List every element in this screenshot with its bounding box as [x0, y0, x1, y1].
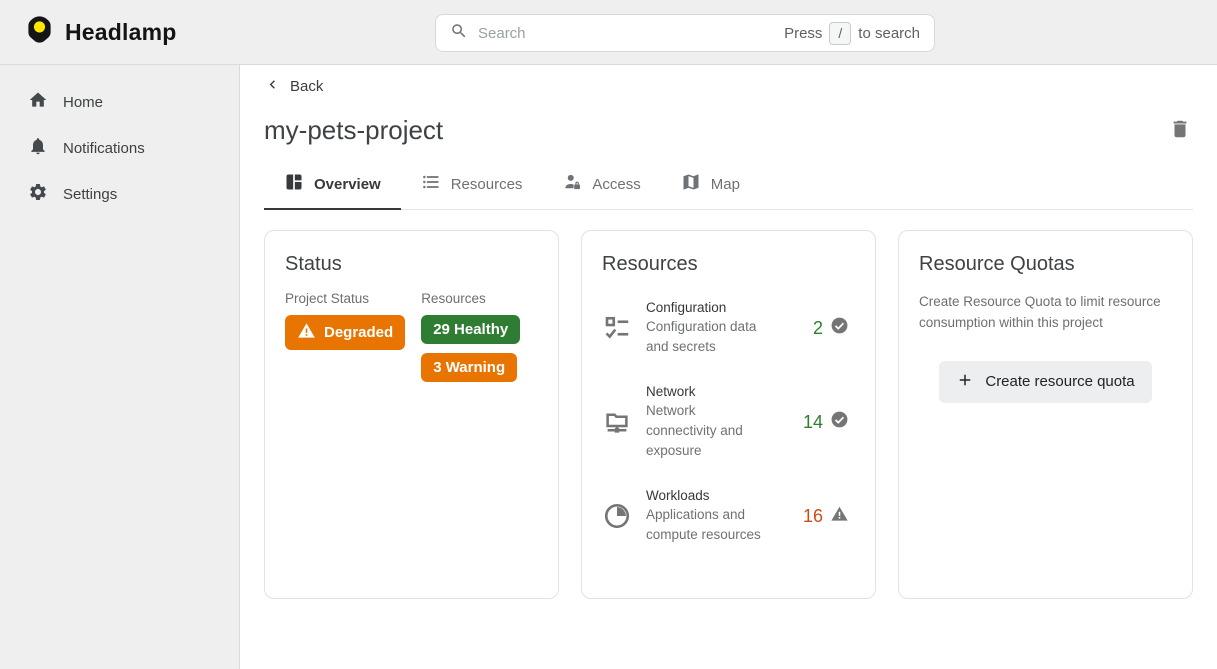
status-badge: Degraded	[285, 315, 405, 350]
warning-triangle-icon	[830, 504, 849, 528]
trash-icon	[1169, 128, 1191, 143]
sidebar: Home Notifications Settings	[0, 65, 240, 669]
hint-suffix: to search	[858, 25, 920, 42]
slash-keycap: /	[829, 22, 851, 45]
home-icon	[28, 90, 48, 114]
resources-card: Resources Configuration Configuration da…	[581, 230, 876, 599]
tab-bar: Overview Resources	[264, 161, 1193, 210]
bell-icon	[28, 136, 48, 160]
sidebar-item-label: Notifications	[63, 140, 145, 157]
resource-row-workloads[interactable]: Workloads Applications and compute resou…	[602, 488, 855, 545]
healthy-badge: 29 Healthy	[421, 315, 520, 344]
sidebar-item-settings[interactable]: Settings	[0, 171, 239, 217]
resources-card-title: Resources	[602, 253, 855, 276]
resource-count: 16	[803, 506, 823, 527]
project-status-label: Project Status	[285, 291, 369, 306]
resource-title: Configuration	[646, 300, 762, 315]
resource-quotas-title: Resource Quotas	[919, 253, 1172, 276]
status-card: Status Project Status	[264, 230, 559, 599]
create-resource-quota-button[interactable]: Create resource quota	[939, 361, 1151, 403]
gear-icon	[28, 182, 48, 206]
delete-project-button[interactable]	[1167, 116, 1193, 145]
search-icon	[450, 22, 468, 45]
status-card-title: Status	[285, 253, 538, 276]
network-icon	[602, 407, 646, 437]
resource-title: Network	[646, 384, 762, 399]
sidebar-item-home[interactable]: Home	[0, 79, 239, 125]
main-content: Back my-pets-project Overview	[240, 65, 1217, 669]
search-shortcut-hint: Press / to search	[784, 22, 920, 45]
resource-quotas-card: Resource Quotas Create Resource Quota to…	[898, 230, 1193, 599]
checklist-icon	[602, 313, 646, 343]
check-circle-icon	[830, 410, 849, 434]
back-label: Back	[290, 78, 323, 95]
hint-prefix: Press	[784, 25, 822, 42]
sidebar-item-notifications[interactable]: Notifications	[0, 125, 239, 171]
workloads-icon	[602, 501, 646, 531]
healthy-badge-label: 29 Healthy	[433, 321, 508, 338]
tab-label: Resources	[451, 176, 523, 193]
warning-badge: 3 Warning	[421, 353, 517, 382]
tab-overview[interactable]: Overview	[264, 161, 401, 209]
resource-description: Configuration data and secrets	[646, 317, 762, 357]
back-button[interactable]: Back	[264, 76, 323, 97]
map-icon	[681, 172, 701, 196]
person-lock-icon	[562, 172, 582, 196]
create-resource-quota-label: Create resource quota	[985, 373, 1134, 390]
list-icon	[421, 172, 441, 196]
resource-row-configuration[interactable]: Configuration Configuration data and sec…	[602, 300, 855, 357]
resource-title: Workloads	[646, 488, 762, 503]
sidebar-item-label: Home	[63, 94, 103, 111]
resource-description: Network connectivity and exposure	[646, 401, 762, 461]
sidebar-item-label: Settings	[63, 186, 117, 203]
plus-icon	[956, 371, 974, 393]
resource-count: 14	[803, 412, 823, 433]
dashboard-icon	[284, 172, 304, 196]
chevron-left-icon	[264, 76, 281, 97]
top-bar: Headlamp Press / to search	[0, 0, 1217, 65]
check-circle-icon	[830, 316, 849, 340]
warning-badge-label: 3 Warning	[433, 359, 505, 376]
tab-label: Access	[592, 176, 640, 193]
headlamp-logo-icon	[24, 14, 55, 50]
tab-map[interactable]: Map	[661, 161, 760, 209]
page-title: my-pets-project	[264, 115, 443, 146]
search-input[interactable]	[478, 25, 784, 42]
status-badge-label: Degraded	[324, 324, 393, 341]
resource-quotas-description: Create Resource Quota to limit resource …	[919, 291, 1172, 334]
warning-triangle-icon	[297, 321, 316, 344]
app-logo[interactable]: Headlamp	[24, 14, 177, 50]
tab-access[interactable]: Access	[542, 161, 660, 209]
resource-count: 2	[813, 318, 823, 339]
resource-description: Applications and compute resources	[646, 505, 762, 545]
app-name: Headlamp	[65, 19, 177, 46]
resources-status-label: Resources	[421, 291, 486, 306]
tab-label: Map	[711, 176, 740, 193]
tab-resources[interactable]: Resources	[401, 161, 543, 209]
search-bar[interactable]: Press / to search	[435, 14, 935, 52]
tab-label: Overview	[314, 176, 381, 193]
resource-row-network[interactable]: Network Network connectivity and exposur…	[602, 384, 855, 461]
